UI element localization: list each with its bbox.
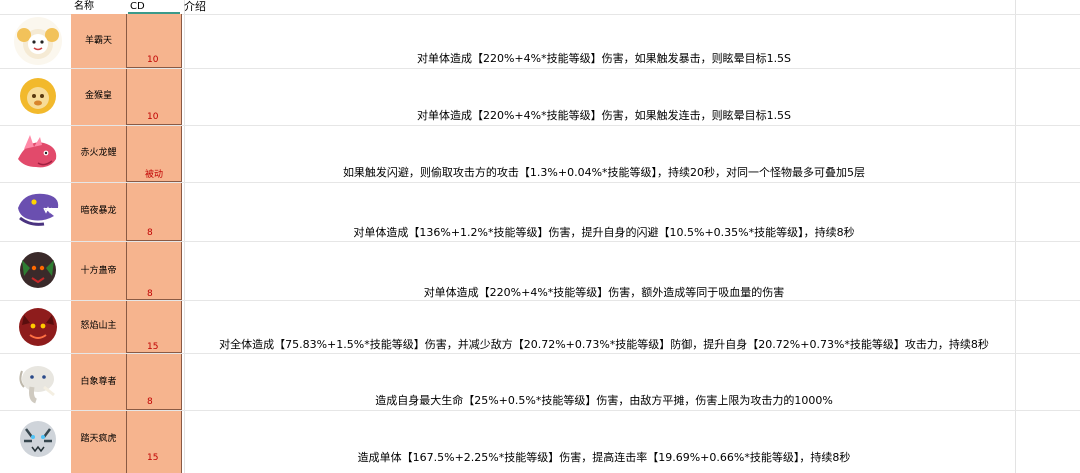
table-row[interactable]: 十方蛊帝 8 对单体造成【220%+4%*技能等级】伤害，额外造成等同于吸血量的… [0, 241, 1080, 300]
skill-description: 对单体造成【220%+4%*技能等级】伤害，如果触发连击，则眩晕目标1.5S [416, 109, 792, 122]
cooldown-value: 被动 [145, 170, 164, 180]
table-row[interactable]: 暗夜暴龙 8 对单体造成【136%+1.2%*技能等级】伤害，提升自身的闪避【1… [0, 182, 1080, 241]
skill-description: 对全体造成【75.83%+1.5%*技能等级】伤害，并减少敌方【20.72%+0… [219, 338, 989, 351]
monster-name: 白象尊者 [80, 377, 117, 387]
table-row[interactable]: 羊霸天 10 对单体造成【220%+4%*技能等级】伤害，如果触发暴击，则眩晕目… [0, 14, 1080, 68]
trex-avatar-icon [14, 186, 62, 234]
table-row[interactable]: 金猴皇 10 对单体造成【220%+4%*技能等级】伤害，如果触发连击，则眩晕目… [0, 68, 1080, 125]
skill-description: 如果触发闪避，则偷取攻击方的攻击【1.3%+0.04%*技能等级】，持续20秒，… [342, 166, 866, 179]
table-row[interactable]: 赤火龙鲤 被动 如果触发闪避，则偷取攻击方的攻击【1.3%+0.04%*技能等级… [0, 125, 1080, 182]
spreadsheet: 名称 CD 介绍 羊霸天 10 对单体造成【220%+4%*技能等级】伤害，如果… [0, 0, 1080, 473]
cooldown-value: 8 [147, 397, 153, 407]
monster-name: 十方蛊帝 [80, 266, 117, 276]
gu-emperor-avatar-icon [14, 246, 62, 294]
cooldown-value: 10 [147, 112, 159, 122]
skill-description: 对单体造成【220%+4%*技能等级】伤害，额外造成等同于吸血量的伤害 [423, 286, 785, 299]
monster-name: 赤火龙鲤 [80, 148, 117, 158]
skill-description: 对单体造成【136%+1.2%*技能等级】伤害，提升自身的闪避【10.5%+0.… [353, 226, 855, 239]
cooldown-value: 15 [147, 453, 159, 463]
cooldown-value: 8 [147, 228, 153, 238]
table-row[interactable]: 踏天疯虎 15 造成单体【167.5%+2.25%*技能等级】伤害，提高连击率【… [0, 410, 1080, 473]
tiger-avatar-icon [14, 415, 62, 463]
monster-name: 暗夜暴龙 [80, 206, 117, 216]
header-cd[interactable]: CD [128, 0, 180, 14]
monster-name: 怒焰山主 [80, 321, 117, 331]
dragon-carp-avatar-icon [14, 129, 62, 177]
monster-name: 金猴皇 [84, 91, 112, 101]
table-row[interactable]: 白象尊者 8 造成自身最大生命【25%+0.5%*技能等级】伤害，由敌方平摊，伤… [0, 353, 1080, 410]
monster-name: 羊霸天 [84, 36, 112, 46]
monkey-avatar-icon [14, 72, 62, 120]
monster-name: 踏天疯虎 [80, 434, 117, 444]
sheep-avatar-icon [14, 17, 62, 65]
header-name[interactable]: 名称 [74, 0, 94, 14]
header-description[interactable]: 介绍 [184, 0, 206, 14]
fire-lord-avatar-icon [14, 303, 62, 351]
skill-description: 对单体造成【220%+4%*技能等级】伤害，如果触发暴击，则眩晕目标1.5S [416, 52, 792, 65]
cooldown-value: 10 [147, 55, 159, 65]
skill-description: 造成自身最大生命【25%+0.5%*技能等级】伤害，由敌方平摊，伤害上限为攻击力… [375, 394, 833, 407]
skill-description: 造成单体【167.5%+2.25%*技能等级】伤害，提高连击率【19.69%+0… [357, 451, 851, 464]
white-elephant-avatar-icon [14, 357, 62, 405]
table-row[interactable]: 怒焰山主 15 对全体造成【75.83%+1.5%*技能等级】伤害，并减少敌方【… [0, 300, 1080, 353]
